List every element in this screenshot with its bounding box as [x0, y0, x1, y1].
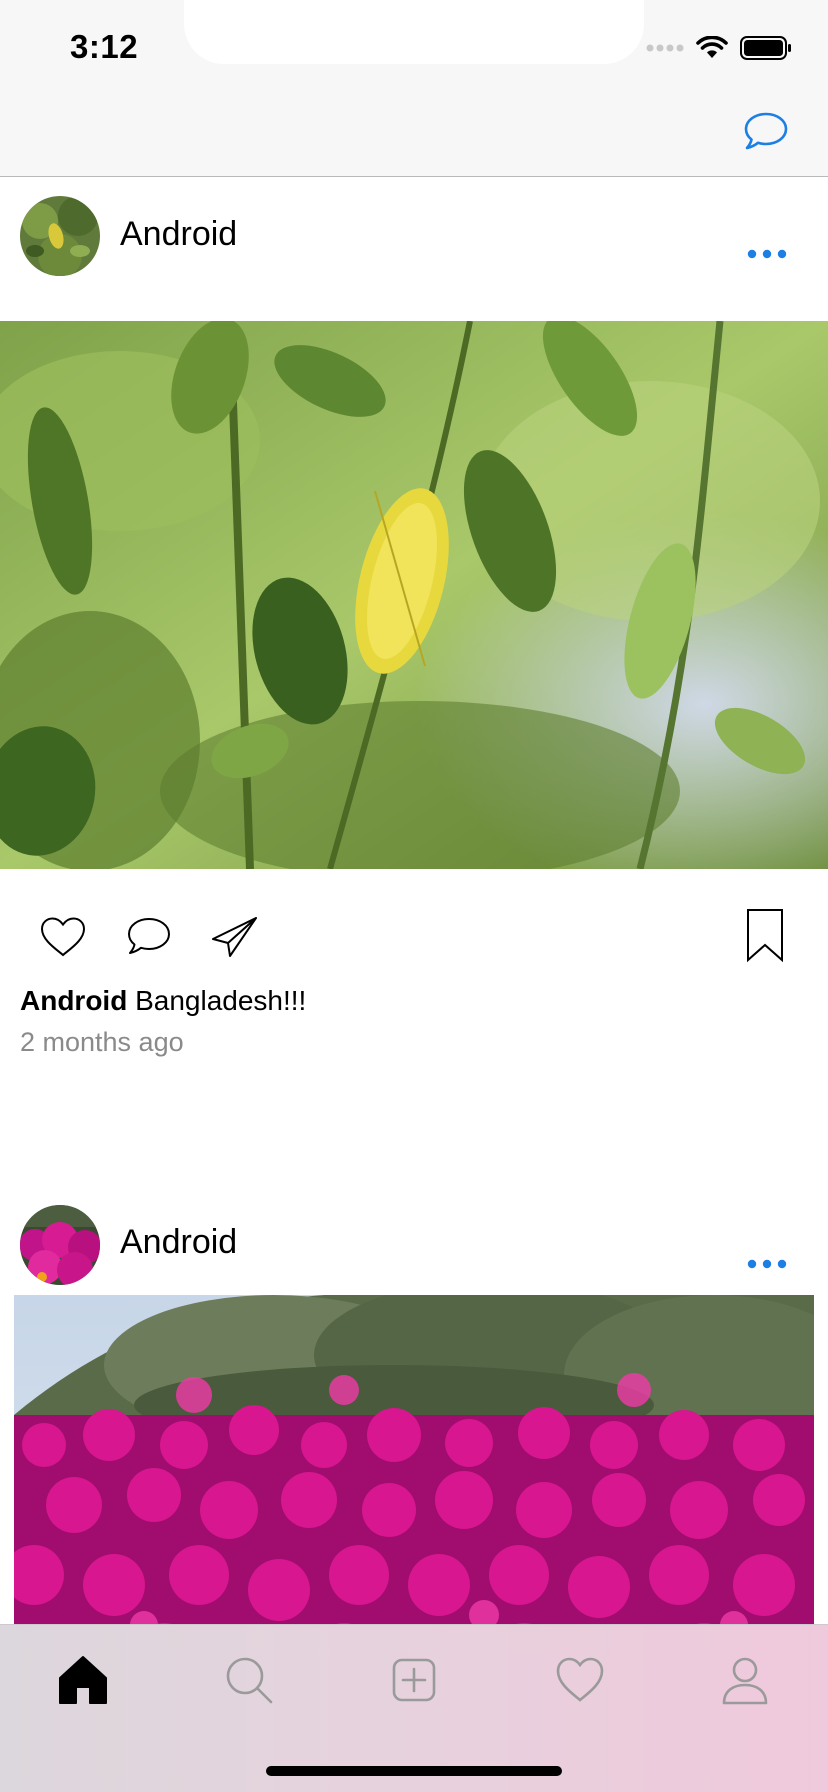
avatar-photo	[20, 1205, 100, 1285]
post-photo[interactable]	[0, 321, 828, 869]
status-time: 3:12	[70, 28, 139, 65]
device-notch	[184, 0, 644, 64]
leaves-photo	[0, 321, 828, 869]
phone-screen: 3:12 Android Android Bangladesh!!! 2 mon…	[0, 0, 828, 1792]
post-photo[interactable]	[14, 1295, 814, 1625]
wifi-icon	[696, 36, 728, 58]
paper-plane-icon	[212, 917, 257, 957]
post-timestamp: 2 months ago	[20, 1027, 184, 1057]
add-post-icon	[392, 1658, 436, 1702]
status-bar: 3:12	[0, 0, 828, 100]
comment-bubble-icon	[128, 918, 170, 954]
avatar-photo	[20, 196, 100, 276]
tab-profile[interactable]	[718, 1653, 772, 1707]
heart-icon	[40, 917, 86, 957]
activity-heart-icon	[556, 1657, 604, 1702]
caption-text: Bangladesh!!!	[135, 985, 307, 1016]
home-icon	[59, 1656, 107, 1704]
post: Android	[0, 177, 828, 1195]
post-actions	[0, 869, 828, 985]
tab-home[interactable]	[56, 1653, 110, 1707]
caption-username[interactable]: Android	[20, 985, 127, 1016]
tab-activity[interactable]	[553, 1653, 607, 1707]
home-indicator[interactable]	[266, 1766, 562, 1776]
post-username[interactable]: Android	[120, 1223, 237, 1262]
comment-button[interactable]	[124, 915, 174, 959]
more-options-button[interactable]	[746, 1257, 788, 1271]
navigation-bar	[0, 100, 828, 177]
battery-icon	[740, 36, 791, 60]
avatar[interactable]	[20, 1205, 100, 1285]
tab-search[interactable]	[222, 1653, 276, 1707]
feed[interactable]: Android Android Bangladesh!!! 2 months a…	[0, 177, 828, 1625]
post-caption: Android Bangladesh!!!	[20, 985, 306, 1017]
post-header: Android	[0, 1195, 828, 1295]
messages-button[interactable]	[742, 110, 790, 154]
post-caption-area: Android Bangladesh!!! 2 months ago	[0, 985, 828, 1195]
post-header: Android	[0, 177, 828, 321]
cellular-signal-icon	[646, 44, 684, 52]
tab-add-post[interactable]	[387, 1653, 441, 1707]
search-icon	[226, 1657, 273, 1704]
more-options-button[interactable]	[746, 247, 788, 261]
like-button[interactable]	[38, 915, 88, 959]
flowers-photo	[14, 1295, 814, 1625]
chat-bubble-icon	[744, 112, 788, 150]
avatar[interactable]	[20, 196, 100, 276]
bookmark-icon	[747, 909, 783, 963]
post: Android	[0, 1195, 828, 1625]
post-username[interactable]: Android	[120, 215, 237, 254]
status-icons	[646, 36, 792, 60]
share-button[interactable]	[210, 915, 260, 959]
bookmark-button[interactable]	[744, 907, 786, 963]
profile-icon	[722, 1657, 768, 1705]
